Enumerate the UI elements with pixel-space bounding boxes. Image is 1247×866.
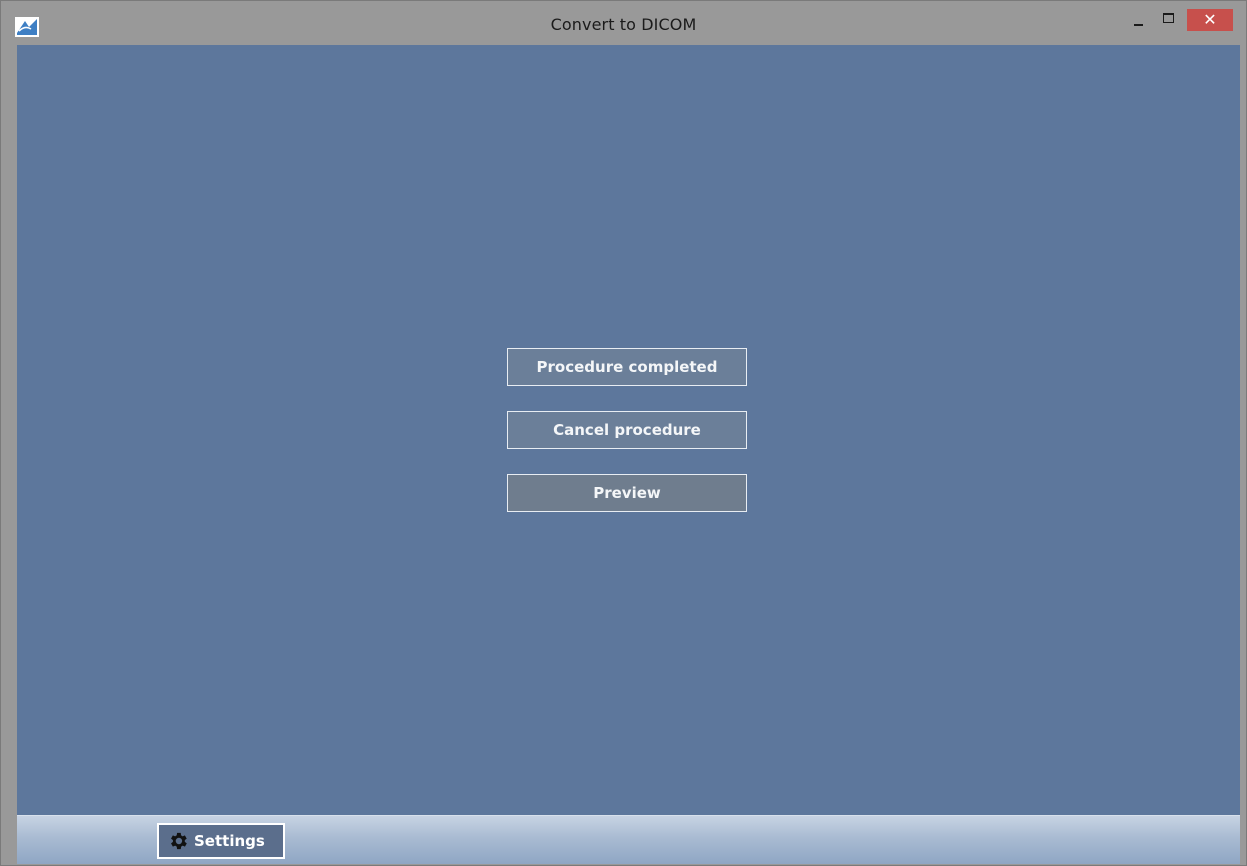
minimize-icon <box>1133 24 1143 26</box>
close-icon: ✕ <box>1203 10 1217 29</box>
preview-button[interactable]: Preview <box>507 474 747 512</box>
settings-label: Settings <box>194 832 265 850</box>
maximize-button[interactable] <box>1153 9 1183 33</box>
procedure-completed-button[interactable]: Procedure completed <box>507 348 747 386</box>
close-button[interactable]: ✕ <box>1187 9 1233 31</box>
minimize-button[interactable] <box>1123 9 1153 33</box>
title-bar[interactable]: Convert to DICOM ✕ <box>1 1 1246 45</box>
window-title: Convert to DICOM <box>550 15 697 34</box>
cancel-procedure-button[interactable]: Cancel procedure <box>507 411 747 449</box>
gear-icon <box>171 832 187 850</box>
settings-button[interactable]: Settings <box>157 823 285 859</box>
bottom-toolbar: Settings <box>17 815 1240 864</box>
main-panel: Procedure completed Cancel procedure Pre… <box>17 45 1240 815</box>
maximize-icon <box>1162 13 1174 23</box>
app-window: Convert to DICOM ✕ Procedure completed C… <box>0 0 1247 866</box>
